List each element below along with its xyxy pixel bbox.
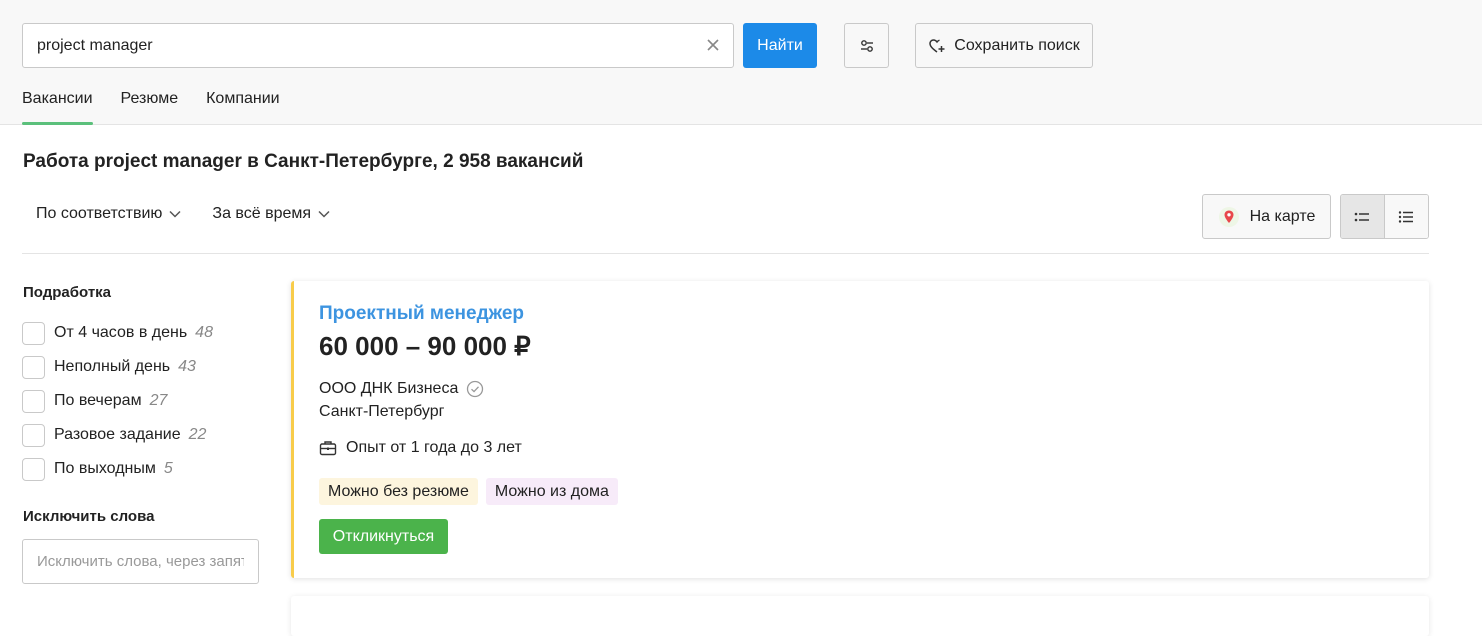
briefcase-icon — [319, 441, 337, 456]
tag-remote: Можно из дома — [485, 478, 618, 505]
filter-evenings[interactable]: По вечерам 27 — [22, 384, 213, 418]
divider — [22, 253, 1429, 254]
vacancy-card: Проектный менеджер 60 000 – 90 000 ₽ ООО… — [291, 281, 1429, 578]
save-search-label: Сохранить поиск — [954, 36, 1080, 54]
filter-4-hours[interactable]: От 4 часов в день 48 — [22, 316, 213, 350]
sort-relevance-label: По соответствию — [36, 205, 163, 222]
vacancy-salary: 60 000 – 90 000 ₽ — [319, 331, 531, 361]
checkbox[interactable] — [22, 457, 45, 481]
filter-label: По вечерам — [54, 392, 142, 409]
filter-label: Разовое задание — [54, 426, 181, 443]
close-icon[interactable] — [705, 37, 721, 53]
vacancy-title-link[interactable]: Проектный менеджер — [319, 303, 524, 325]
filter-one-time[interactable]: Разовое задание 22 — [22, 418, 213, 452]
company-name: ООО ДНК Бизнеса — [319, 380, 459, 397]
search-input[interactable] — [37, 24, 697, 67]
filter-count: 43 — [178, 358, 196, 375]
exclude-words-title: Исключить слова — [23, 508, 155, 525]
sort-relevance-dropdown[interactable]: По соответствию — [36, 205, 182, 223]
vacancy-tags: Можно без резюме Можно из дома — [319, 478, 618, 505]
advanced-filter-button[interactable] — [844, 23, 889, 68]
tag-no-resume: Можно без резюме — [319, 478, 478, 505]
tab-resumes[interactable]: Резюме — [121, 90, 179, 125]
tab-vacancies[interactable]: Вакансии — [22, 90, 93, 125]
filter-sliders-icon — [860, 39, 873, 52]
filter-count: 22 — [188, 426, 207, 443]
map-label: На карте — [1249, 207, 1316, 225]
checkbox[interactable] — [22, 321, 45, 345]
page-title: Работа project manager в Санкт-Петербург… — [23, 151, 584, 172]
chevron-down-icon — [169, 210, 181, 218]
part-time-filters: От 4 часов в день 48 Неполный день 43 По… — [22, 316, 213, 486]
checkbox[interactable] — [22, 423, 45, 447]
filter-label: По выходным — [54, 460, 156, 477]
save-search-button[interactable]: Сохранить поиск — [915, 23, 1093, 68]
tab-companies[interactable]: Компании — [206, 90, 280, 125]
company-link[interactable]: ООО ДНК Бизнеса — [319, 380, 484, 398]
apply-button[interactable]: Откликнуться — [319, 519, 448, 554]
list-icon — [1354, 212, 1370, 221]
checkbox[interactable] — [22, 355, 45, 379]
experience-label: Опыт от 1 года до 3 лет — [346, 439, 522, 456]
filter-count: 27 — [149, 392, 168, 409]
chevron-down-icon — [318, 210, 330, 218]
exclude-words-input[interactable] — [22, 539, 259, 584]
find-button[interactable]: Найти — [743, 23, 817, 68]
part-time-title: Подработка — [23, 284, 112, 301]
search-tabs: Вакансии Резюме Компании — [22, 90, 280, 125]
vacancy-city: Санкт-Петербург — [319, 403, 445, 420]
checkbox[interactable] — [22, 389, 45, 413]
search-header: Найти Сохранить поиск Вакансии Резюме Ко… — [0, 0, 1482, 125]
filter-weekends[interactable]: По выходным 5 — [22, 452, 213, 486]
heart-plus-icon — [929, 38, 945, 53]
view-compact-button[interactable] — [1341, 195, 1385, 238]
verified-check-icon — [467, 380, 484, 398]
map-pin-icon — [1218, 206, 1239, 227]
sort-period-dropdown[interactable]: За всё время — [212, 205, 331, 223]
next-vacancy-card — [291, 596, 1429, 636]
filter-label: От 4 часов в день — [54, 324, 188, 341]
filter-count: 5 — [163, 460, 173, 477]
view-detailed-button[interactable] — [1384, 195, 1428, 238]
sort-period-label: За всё время — [212, 205, 312, 222]
filter-count: 48 — [195, 324, 213, 341]
list-detailed-icon — [1399, 210, 1414, 223]
map-button[interactable]: На карте — [1202, 194, 1331, 239]
sort-row: По соответствию За всё время — [36, 205, 331, 223]
filter-part-day[interactable]: Неполный день 43 — [22, 350, 213, 384]
search-box — [22, 23, 734, 68]
filter-label: Неполный день — [54, 358, 171, 375]
view-toggle — [1340, 194, 1429, 239]
vacancy-experience: Опыт от 1 года до 3 лет — [319, 439, 522, 457]
